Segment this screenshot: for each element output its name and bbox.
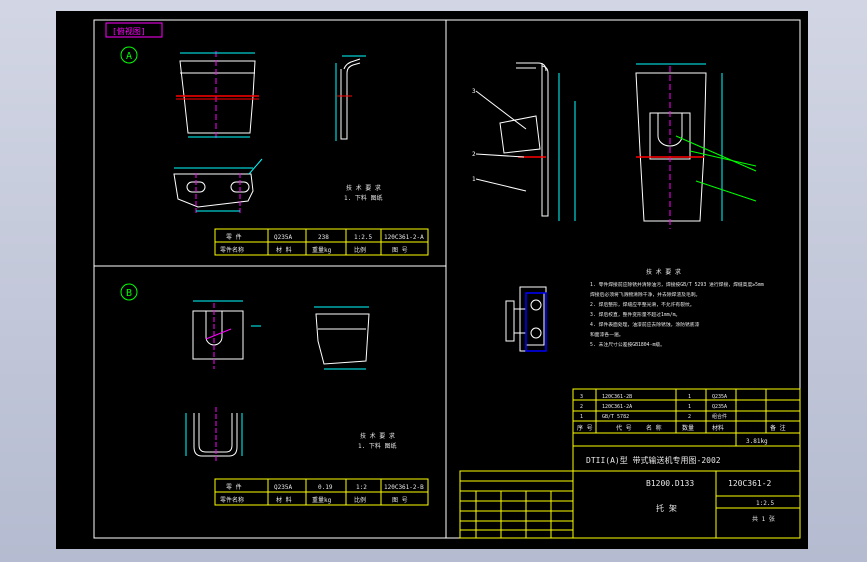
main-tech-note: 4. 焊件表面处理，油漆前应去除锈蚀，涂防锈底漆: [590, 321, 700, 328]
view-b-cell-7: 重量kg: [312, 496, 332, 504]
view-b-label: B: [126, 288, 132, 299]
view-a-cell-3: 1:2.5: [354, 234, 372, 241]
view-a-front: [176, 51, 259, 141]
main-tech-note: 5. 未注尺寸公差按GB1804-m级。: [590, 341, 665, 348]
parts-row-3-no: 1: [580, 414, 583, 420]
parts-row-3-qty: 2: [688, 414, 691, 420]
cad-viewport[interactable]: [俯视图] A 技 术 要 求 1. 下料 图纸 零 件 Q235A 238 1…: [56, 11, 808, 549]
view-b-cell-0: 零 件: [226, 483, 242, 491]
drawing-canvas: [俯视图] A 技 术 要 求 1. 下料 图纸 零 件 Q235A 238 1…: [93, 19, 801, 539]
view-a-cell-0: 零 件: [226, 233, 242, 241]
view-a-cell-7: 重量kg: [312, 246, 332, 254]
assembly-top-view: [505, 286, 547, 352]
assembly-front-view: [635, 63, 757, 229]
view-a: A 技 术 要 求 1. 下料 图纸 零 件 Q235A 238 1:2.5 1…: [120, 46, 429, 256]
header-code: 代 号: [616, 424, 632, 432]
drawing-number: 120C361-2: [728, 479, 772, 488]
view-a-cell-1: Q235A: [274, 234, 292, 241]
view-a-cell-9: 图 号: [392, 247, 408, 254]
view-b-tech-title: 技 术 要 求: [360, 432, 395, 440]
model-number: B1200.D133: [646, 479, 694, 488]
parts-row-1-qty: 1: [688, 394, 691, 400]
view-b-tech-note: 1. 下料 图纸: [358, 442, 396, 450]
parts-row-3-code: GB/T 5782: [602, 414, 629, 420]
parts-row-2-no: 2: [580, 404, 583, 410]
svg-text:1: 1: [472, 176, 476, 183]
view-b-cell-1: Q235A: [274, 484, 292, 491]
svg-text:2: 2: [472, 151, 476, 158]
header-no: 序 号: [577, 424, 593, 432]
view-a-cell-5: 零件名称: [220, 246, 244, 254]
parts-row-2-mat: Q235A: [712, 404, 727, 410]
main-tech-notes: 1. 零件焊接前应除锈并清除油污，焊接按GB/T 5293 进行焊接，焊缝高度≥…: [590, 281, 764, 348]
assembly-side-view: 3 2 1: [472, 62, 576, 221]
parts-row-1-no: 3: [580, 394, 583, 400]
sheet-count: 共 1 张: [752, 515, 775, 523]
view-b: B 技 术 要 求 1. 下料 图纸 零 件 Q235A 0.19 1:2 12…: [120, 283, 429, 506]
main-tech-note: 1. 零件焊接前应除锈并清除油污，焊接按GB/T 5293 进行焊接，焊缝高度≥…: [590, 281, 764, 288]
header-name: 名 称: [646, 424, 662, 432]
scale: 1:2.5: [756, 500, 774, 507]
view-a-plate: [173, 158, 263, 215]
view-b-front: [192, 300, 261, 369]
view-a-tech-title: 技 术 要 求: [346, 184, 381, 192]
series-title: DTII(A)型 带式输送机专用图-2002: [586, 455, 721, 465]
view-b-side: [314, 306, 370, 370]
view-a-cell-6: 材 料: [276, 246, 292, 254]
view-b-cell-2: 0.19: [318, 484, 333, 491]
svg-text:3: 3: [472, 88, 476, 95]
header-remark: 备 注: [770, 424, 786, 432]
main-tech-note: 3. 焊后校直，整件变形量不超过1mm/m。: [590, 311, 680, 318]
main-tech-title: 技 术 要 求: [646, 268, 681, 276]
view-b-cell-9: 图 号: [392, 497, 408, 504]
main-tech-note: 和面漆各一遍。: [590, 331, 624, 338]
view-b-bottom: [185, 407, 243, 463]
header-material: 材料: [712, 424, 724, 432]
view-a-cell-4: 120C361-2-A: [384, 234, 424, 241]
view-a-tech-note: 1. 下料 图纸: [344, 194, 382, 202]
parts-row-2-code: 120C361-2A: [602, 404, 632, 410]
view-b-cell-8: 比例: [354, 496, 366, 504]
view-b-cell-5: 零件名称: [220, 496, 244, 504]
view-a-cell-2: 238: [318, 234, 329, 241]
view-tag-text: [俯视图]: [112, 26, 146, 36]
parts-row-3-mat: 组合件: [712, 413, 727, 420]
view-a-side: [335, 55, 366, 141]
main-tech-note: 焊接后必须将飞溅物清除干净，并去除焊渣及毛刺。: [590, 291, 700, 298]
view-b-cell-4: 120C361-2-B: [384, 484, 424, 491]
view-b-cell-6: 材 料: [276, 496, 292, 504]
part-name: 托 架: [656, 503, 677, 513]
view-a-label: A: [126, 51, 132, 62]
parts-row-1-code: 120C361-2B: [602, 394, 632, 400]
total-weight: 3.81kg: [746, 438, 768, 445]
parts-row-1-mat: Q235A: [712, 394, 727, 400]
header-qty: 数量: [682, 424, 694, 432]
parts-row-2-qty: 1: [688, 404, 691, 410]
view-b-cell-3: 1:2: [356, 484, 367, 491]
view-a-cell-8: 比例: [354, 246, 366, 254]
main-tech-note: 2. 焊后整形，焊缝应平整光滑，不允许有裂纹。: [590, 301, 695, 308]
